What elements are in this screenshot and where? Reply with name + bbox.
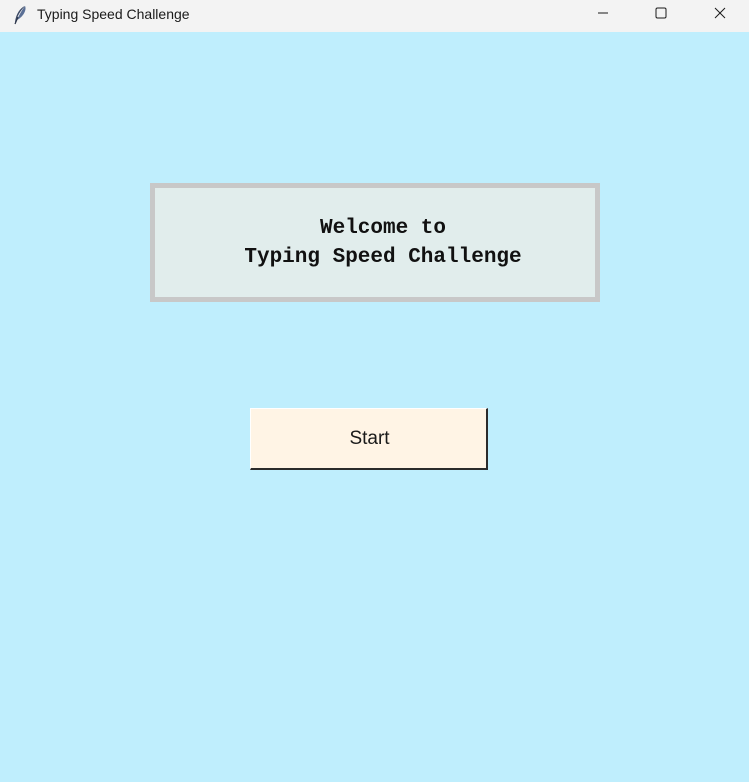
minimize-button[interactable]	[574, 0, 632, 30]
app-window: Typing Speed Challenge Welcome to Typing…	[0, 0, 749, 782]
window-title: Typing Speed Challenge	[37, 6, 190, 22]
minimize-icon	[597, 6, 609, 24]
welcome-banner: Welcome to Typing Speed Challenge	[150, 183, 600, 302]
maximize-icon	[655, 6, 667, 24]
close-button[interactable]	[691, 0, 749, 30]
welcome-line-2: Typing Speed Challenge	[244, 245, 522, 269]
welcome-message: Welcome to Typing Speed Challenge	[244, 214, 521, 272]
maximize-button[interactable]	[632, 0, 690, 30]
welcome-line-1: Welcome to	[319, 216, 447, 240]
start-button[interactable]: Start	[250, 408, 488, 470]
title-bar[interactable]: Typing Speed Challenge	[0, 0, 749, 32]
close-icon	[714, 6, 726, 24]
feather-icon	[12, 5, 28, 25]
